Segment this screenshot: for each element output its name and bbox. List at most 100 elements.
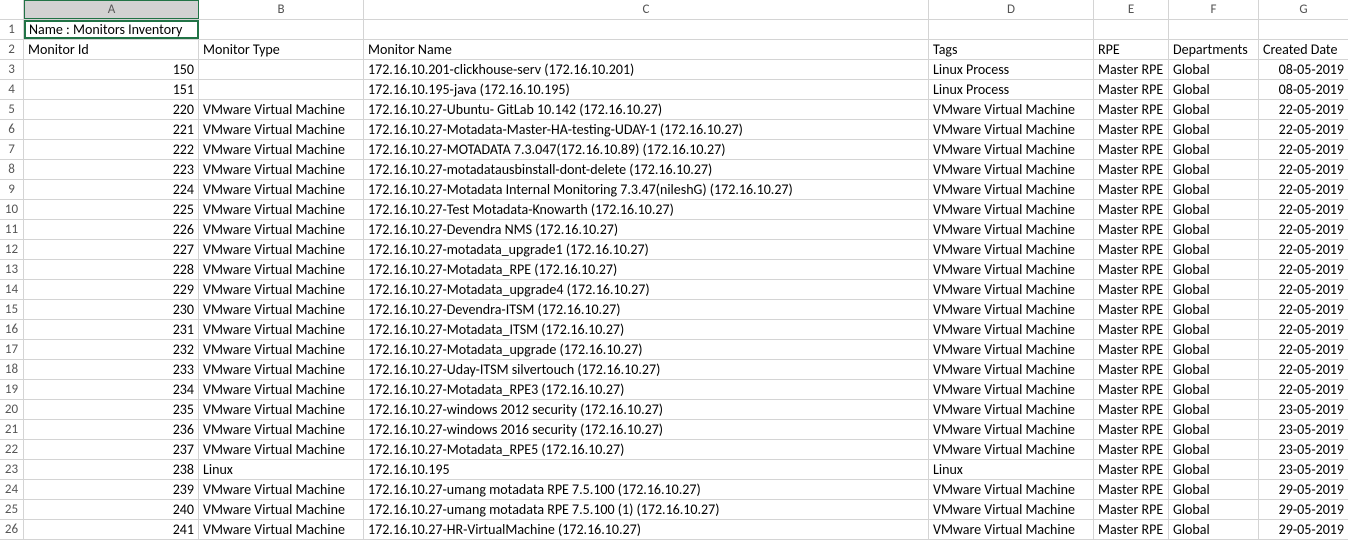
row-header-18[interactable]: 18: [0, 360, 24, 379]
column-header-d[interactable]: D: [929, 0, 1094, 19]
cell-c21[interactable]: 172.16.10.27-windows 2016 security (172.…: [364, 420, 929, 439]
cell-e20[interactable]: Master RPE: [1094, 400, 1169, 419]
cell-f25[interactable]: Global: [1169, 500, 1259, 519]
row-header-17[interactable]: 17: [0, 340, 24, 359]
cell-d12[interactable]: VMware Virtual Machine: [929, 240, 1094, 259]
cell-b15[interactable]: VMware Virtual Machine: [199, 300, 364, 319]
cell-a1[interactable]: Name : Monitors Inventory: [24, 20, 199, 39]
cell-b5[interactable]: VMware Virtual Machine: [199, 100, 364, 119]
cell-f18[interactable]: Global: [1169, 360, 1259, 379]
cell-a8[interactable]: 223: [24, 160, 199, 179]
cell-f5[interactable]: Global: [1169, 100, 1259, 119]
cell-b23[interactable]: Linux: [199, 460, 364, 479]
cell-a13[interactable]: 228: [24, 260, 199, 279]
cell-e12[interactable]: Master RPE: [1094, 240, 1169, 259]
cell-a4[interactable]: 151: [24, 80, 199, 99]
cell-d13[interactable]: VMware Virtual Machine: [929, 260, 1094, 279]
cell-a17[interactable]: 232: [24, 340, 199, 359]
cell-f15[interactable]: Global: [1169, 300, 1259, 319]
cell-b7[interactable]: VMware Virtual Machine: [199, 140, 364, 159]
cell-e14[interactable]: Master RPE: [1094, 280, 1169, 299]
column-header-g[interactable]: G: [1259, 0, 1348, 19]
row-header-7[interactable]: 7: [0, 140, 24, 159]
row-header-9[interactable]: 9: [0, 180, 24, 199]
cell-e13[interactable]: Master RPE: [1094, 260, 1169, 279]
cell-b10[interactable]: VMware Virtual Machine: [199, 200, 364, 219]
cell-c26[interactable]: 172.16.10.27-HR-VirtualMachine (172.16.1…: [364, 520, 929, 539]
cell-f21[interactable]: Global: [1169, 420, 1259, 439]
cell-d26[interactable]: VMware Virtual Machine: [929, 520, 1094, 539]
cell-e8[interactable]: Master RPE: [1094, 160, 1169, 179]
cell-f6[interactable]: Global: [1169, 120, 1259, 139]
cell-g14[interactable]: 22-05-2019: [1259, 280, 1348, 299]
cell-c5[interactable]: 172.16.10.27-Ubuntu- GitLab 10.142 (172.…: [364, 100, 929, 119]
cell-b11[interactable]: VMware Virtual Machine: [199, 220, 364, 239]
cell-e10[interactable]: Master RPE: [1094, 200, 1169, 219]
cell-g20[interactable]: 23-05-2019: [1259, 400, 1348, 419]
cell-e23[interactable]: Master RPE: [1094, 460, 1169, 479]
cell-a26[interactable]: 241: [24, 520, 199, 539]
cell-b18[interactable]: VMware Virtual Machine: [199, 360, 364, 379]
cell-f16[interactable]: Global: [1169, 320, 1259, 339]
cell-a18[interactable]: 233: [24, 360, 199, 379]
cell-f4[interactable]: Global: [1169, 80, 1259, 99]
cell-f8[interactable]: Global: [1169, 160, 1259, 179]
cell-g6[interactable]: 22-05-2019: [1259, 120, 1348, 139]
cell-e11[interactable]: Master RPE: [1094, 220, 1169, 239]
cell-a3[interactable]: 150: [24, 60, 199, 79]
cell-a2[interactable]: Monitor Id: [24, 40, 199, 59]
cell-e18[interactable]: Master RPE: [1094, 360, 1169, 379]
cell-e7[interactable]: Master RPE: [1094, 140, 1169, 159]
cell-b9[interactable]: VMware Virtual Machine: [199, 180, 364, 199]
cell-a15[interactable]: 230: [24, 300, 199, 319]
cell-f11[interactable]: Global: [1169, 220, 1259, 239]
cell-f2[interactable]: Departments: [1169, 40, 1259, 59]
cell-d4[interactable]: Linux Process: [929, 80, 1094, 99]
cell-e24[interactable]: Master RPE: [1094, 480, 1169, 499]
cell-a20[interactable]: 235: [24, 400, 199, 419]
cell-e4[interactable]: Master RPE: [1094, 80, 1169, 99]
column-header-e[interactable]: E: [1094, 0, 1169, 19]
cell-f14[interactable]: Global: [1169, 280, 1259, 299]
cell-b25[interactable]: VMware Virtual Machine: [199, 500, 364, 519]
row-header-26[interactable]: 26: [0, 520, 24, 539]
row-header-25[interactable]: 25: [0, 500, 24, 519]
row-header-19[interactable]: 19: [0, 380, 24, 399]
cell-d21[interactable]: VMware Virtual Machine: [929, 420, 1094, 439]
cell-c10[interactable]: 172.16.10.27-Test Motadata-Knowarth (172…: [364, 200, 929, 219]
cell-f13[interactable]: Global: [1169, 260, 1259, 279]
cell-f22[interactable]: Global: [1169, 440, 1259, 459]
cell-e21[interactable]: Master RPE: [1094, 420, 1169, 439]
cell-c3[interactable]: 172.16.10.201-clickhouse-serv (172.16.10…: [364, 60, 929, 79]
cell-d16[interactable]: VMware Virtual Machine: [929, 320, 1094, 339]
column-header-f[interactable]: F: [1169, 0, 1259, 19]
cell-d9[interactable]: VMware Virtual Machine: [929, 180, 1094, 199]
cell-a11[interactable]: 226: [24, 220, 199, 239]
cell-d2[interactable]: Tags: [929, 40, 1094, 59]
cell-f26[interactable]: Global: [1169, 520, 1259, 539]
cell-a5[interactable]: 220: [24, 100, 199, 119]
cell-d11[interactable]: VMware Virtual Machine: [929, 220, 1094, 239]
cell-f23[interactable]: Global: [1169, 460, 1259, 479]
cell-c11[interactable]: 172.16.10.27-Devendra NMS (172.16.10.27): [364, 220, 929, 239]
cell-c23[interactable]: 172.16.10.195: [364, 460, 929, 479]
cell-b14[interactable]: VMware Virtual Machine: [199, 280, 364, 299]
column-header-c[interactable]: C: [364, 0, 929, 19]
row-header-8[interactable]: 8: [0, 160, 24, 179]
cell-a12[interactable]: 227: [24, 240, 199, 259]
cell-g22[interactable]: 23-05-2019: [1259, 440, 1348, 459]
column-header-a[interactable]: A: [24, 0, 199, 19]
cell-g26[interactable]: 29-05-2019: [1259, 520, 1348, 539]
cell-c25[interactable]: 172.16.10.27-umang motadata RPE 7.5.100 …: [364, 500, 929, 519]
cell-g21[interactable]: 23-05-2019: [1259, 420, 1348, 439]
cell-b4[interactable]: [199, 80, 364, 99]
cell-b19[interactable]: VMware Virtual Machine: [199, 380, 364, 399]
row-header-20[interactable]: 20: [0, 400, 24, 419]
cell-g15[interactable]: 22-05-2019: [1259, 300, 1348, 319]
cell-a23[interactable]: 238: [24, 460, 199, 479]
cell-d19[interactable]: VMware Virtual Machine: [929, 380, 1094, 399]
cell-g10[interactable]: 22-05-2019: [1259, 200, 1348, 219]
cell-a9[interactable]: 224: [24, 180, 199, 199]
cell-b26[interactable]: VMware Virtual Machine: [199, 520, 364, 539]
cell-d15[interactable]: VMware Virtual Machine: [929, 300, 1094, 319]
